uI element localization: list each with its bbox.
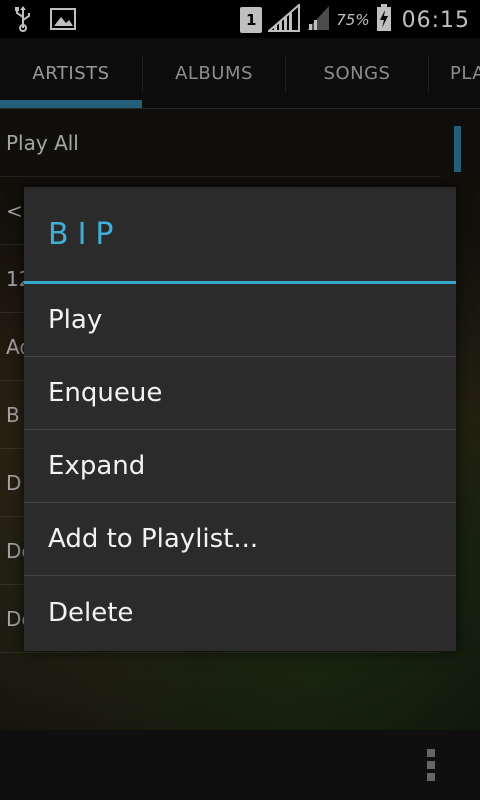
context-menu-dialog: BIP Play Enqueue Expand Add to Playlist.…	[24, 187, 456, 651]
menu-item-play[interactable]: Play	[24, 284, 456, 357]
menu-item-add-to-playlist[interactable]: Add to Playlist...	[24, 503, 456, 576]
menu-item-delete[interactable]: Delete	[24, 576, 456, 649]
dialog-title: BIP	[24, 187, 456, 284]
menu-item-expand[interactable]: Expand	[24, 430, 456, 503]
menu-item-enqueue[interactable]: Enqueue	[24, 357, 456, 430]
